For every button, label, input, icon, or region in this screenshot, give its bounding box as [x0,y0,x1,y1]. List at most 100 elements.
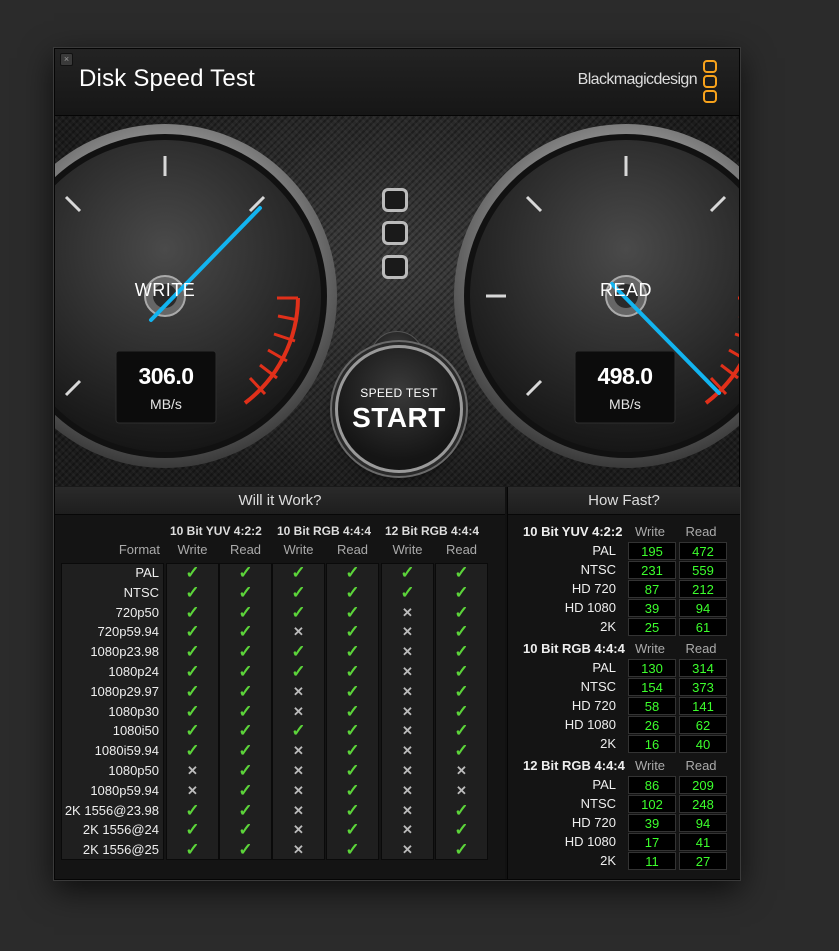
check-icon: ✓ [454,681,469,701]
write-unit: MB/s [150,396,182,412]
blackmagic-logo-icon [703,60,717,103]
results-panels: Will it Work? 10 Bit YUV 4:2:2 10 Bit RG… [55,487,740,879]
cross-icon: ✕ [402,723,413,739]
how-fast-read-header: Read [685,641,717,656]
disk-icon-top [382,188,408,212]
check-icon: ✓ [345,800,360,820]
check-icon: ✓ [185,701,200,721]
format-label: 1080p59.94 [90,782,159,798]
how-fast-write-value: 58 [628,697,676,715]
how-fast-read-value: 248 [679,795,727,813]
start-button[interactable]: SPEED TEST START [335,345,463,473]
how-fast-read-value: 94 [679,599,727,617]
check-icon: ✓ [345,622,360,642]
cross-icon: ✕ [456,763,467,778]
check-icon: ✓ [454,642,469,662]
cross-icon: ✕ [402,842,413,858]
cross-icon: ✕ [293,822,304,838]
how-fast-format-label: HD 1080 [564,600,616,615]
how-fast-format-label: NTSC [580,562,616,577]
write-gauge-label: WRITE [134,280,196,300]
check-icon: ✓ [185,741,200,761]
format-label: 1080i50 [112,723,159,739]
will-it-work-title: Will it Work? [55,487,505,515]
check-icon: ✓ [185,820,200,840]
read-readout: 498.0 MB/s [575,351,675,423]
cross-icon: ✕ [402,664,413,679]
check-icon: ✓ [345,840,360,860]
check-icon: ✓ [345,563,360,582]
check-icon: ✓ [238,582,253,602]
how-fast-write-value: 39 [628,599,676,617]
how-fast-read-value: 212 [679,580,727,598]
cross-icon: ✕ [293,703,304,719]
cross-icon: ✕ [402,782,413,798]
check-icon: ✓ [454,840,469,860]
check-icon: ✓ [345,820,360,840]
check-icon: ✓ [454,563,469,582]
check-icon: ✓ [400,563,415,582]
check-icon: ✓ [345,681,360,701]
how-fast-write-value: 86 [628,776,676,794]
disk-icon-middle [382,221,408,245]
how-fast-format-label: PAL [592,777,616,792]
how-fast-format-label: HD 1080 [564,717,616,732]
check-icon: ✓ [238,761,253,780]
disk-icon-bottom [382,255,408,279]
check-icon: ✓ [291,662,306,681]
how-fast-write-value: 195 [628,542,676,560]
cross-icon: ✕ [402,822,413,838]
how-fast-write-header: Write [634,758,666,773]
how-fast-read-value: 61 [679,618,727,636]
format-label: 1080p23.98 [90,644,159,660]
subheader-read-3: Read [445,542,478,557]
cross-icon: ✕ [402,703,413,719]
read-value: 498.0 [597,363,653,389]
cross-icon: ✕ [293,842,304,858]
how-fast-write-value: 154 [628,678,676,696]
brand-name: Blackmagicdesign [577,71,698,88]
check-icon: ✓ [345,741,360,761]
how-fast-write-value: 231 [628,561,676,579]
start-button-line2: START [352,402,446,433]
format-label: NTSC [123,584,159,600]
app-title: Disk Speed Test [79,65,255,92]
check-icon: ✓ [185,602,200,622]
check-icon: ✓ [345,780,360,800]
check-icon: ✓ [291,602,306,622]
check-icon: ✓ [345,582,360,602]
how-fast-format-label: 2K [600,619,616,634]
how-fast-section-header: 10 Bit YUV 4:2:2 [523,524,623,539]
check-icon: ✓ [454,721,469,741]
check-icon: ✓ [238,602,253,622]
format-label: 1080p50 [108,763,159,778]
how-fast-format-label: 2K [600,736,616,751]
check-icon: ✓ [238,662,253,681]
check-icon: ✓ [238,681,253,701]
format-label: 2K 1556@25 [82,842,159,858]
check-icon: ✓ [454,622,469,642]
format-label: 1080p24 [108,664,159,679]
how-fast-write-value: 16 [628,735,676,753]
check-icon: ✓ [345,662,360,681]
group-header-10bit-yuv: 10 Bit YUV 4:2:2 [170,524,262,538]
close-icon[interactable]: × [60,53,73,66]
check-icon: ✓ [185,662,200,681]
cross-icon: ✕ [293,683,304,699]
cross-icon: ✕ [402,763,413,778]
check-icon: ✓ [454,602,469,622]
how-fast-write-value: 11 [628,852,676,870]
format-header: Format [118,542,160,557]
how-fast-read-value: 373 [679,678,727,696]
check-icon: ✓ [454,800,469,820]
how-fast-read-value: 40 [679,735,727,753]
subheader-read-1: Read [229,542,262,557]
check-icon: ✓ [238,800,253,820]
format-label: 1080p30 [108,703,159,719]
cross-icon: ✕ [402,604,413,620]
check-icon: ✓ [185,642,200,662]
check-icon: ✓ [238,642,253,662]
how-fast-format-label: HD 720 [571,581,616,596]
check-icon: ✓ [291,563,306,582]
format-label: 2K 1556@23.98 [64,802,159,818]
